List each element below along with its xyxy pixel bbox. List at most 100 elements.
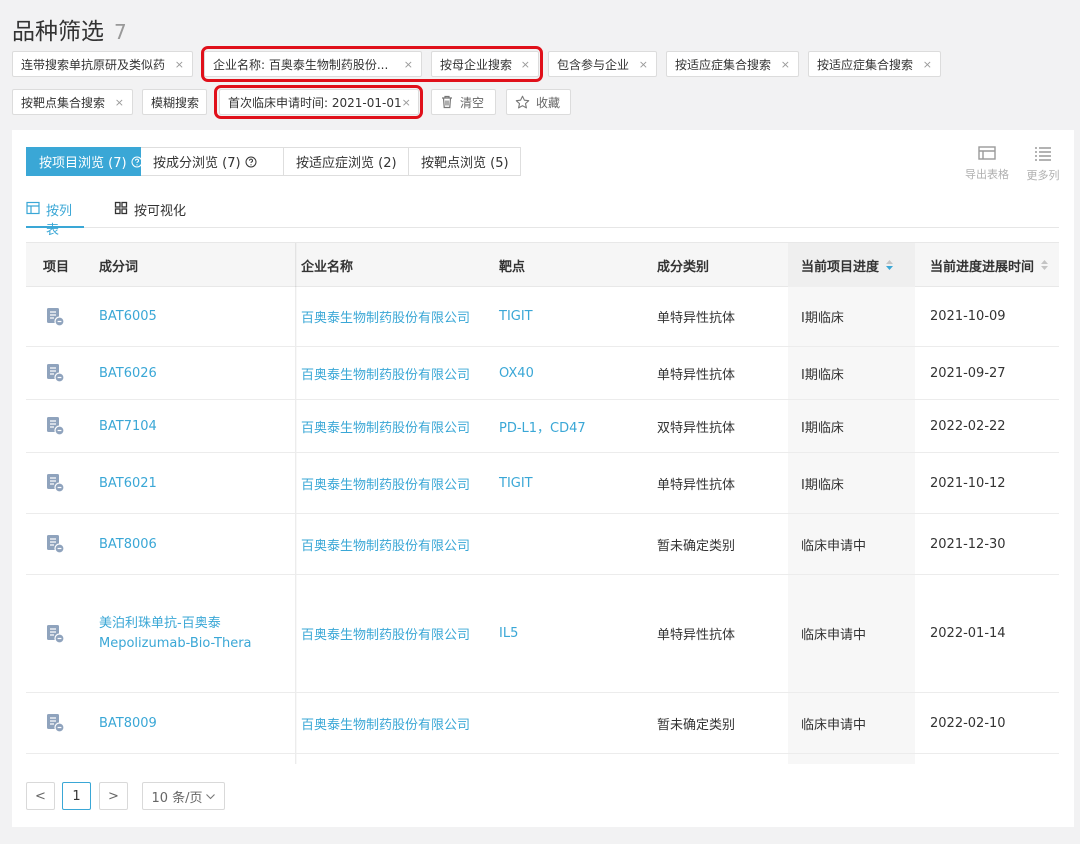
progress-cell: I期临床 <box>801 420 844 436</box>
filter-tag-antibody-biosimilar[interactable]: 连带搜索单抗原研及类似药 × <box>12 51 193 77</box>
tab-by-indication[interactable]: 按适应症浏览 (2) <box>284 147 409 176</box>
filter-tag-fuzzy-search[interactable]: 模糊搜索 <box>142 89 207 115</box>
prev-page-button[interactable]: < <box>26 782 55 810</box>
target-link[interactable]: PD-L1，CD47 <box>499 400 586 452</box>
view-list[interactable]: 按列表 <box>26 200 84 238</box>
sort-icon[interactable] <box>1040 259 1049 271</box>
category-cell: 单特异性抗体 <box>657 367 736 383</box>
next-page-button[interactable]: > <box>99 782 128 810</box>
target-link[interactable]: IL5 <box>499 575 518 692</box>
page-title: 品种筛选 7 <box>12 12 127 46</box>
filter-tag-indication-set-2[interactable]: 按适应症集合搜索 × <box>808 51 941 77</box>
company-link[interactable]: 百奥泰生物制药股份有限公司 <box>301 453 470 513</box>
company-link[interactable]: 百奥泰生物制药股份有限公司 <box>301 514 470 574</box>
filter-tag-participants[interactable]: 包含参与企业 × <box>548 51 657 77</box>
project-doc-icon[interactable] <box>45 347 65 399</box>
company-link[interactable]: 百奥泰生物制药股份有限公司 <box>301 693 470 753</box>
category-cell: 单特异性抗体 <box>657 628 736 643</box>
col-progress-label: 当前项目进度 <box>801 259 880 275</box>
tab-label: 按适应症浏览 (2) <box>296 156 397 171</box>
ingredient-name-cn: 美泊利珠单抗-百奥泰 <box>99 615 221 631</box>
export-table-button[interactable]: 导出表格 <box>962 146 1012 182</box>
highlight-box-date-filter <box>214 85 423 119</box>
ingredient-link[interactable]: BAT8006 <box>99 514 157 574</box>
progress-cell: I期临床 <box>801 367 844 383</box>
table-row[interactable]: BAT6021 百奥泰生物制药股份有限公司 TIGIT 单特异性抗体 I期临床 … <box>26 453 1059 514</box>
project-doc-icon[interactable] <box>45 575 65 692</box>
company-link[interactable]: 百奥泰生物制药股份有限公司 <box>301 400 470 452</box>
table-row[interactable]: BAT8006 百奥泰生物制药股份有限公司 暂未确定类别 临床申请中 2021-… <box>26 514 1059 575</box>
result-count: 7 <box>114 20 127 44</box>
target-link[interactable]: TIGIT <box>499 453 533 513</box>
page-size-select[interactable]: 10 条/页 <box>142 782 225 810</box>
ingredient-link[interactable]: BAT6005 <box>99 287 157 346</box>
category-cell: 双特异性抗体 <box>657 420 736 436</box>
time-cell: 2022-02-10 <box>930 715 1006 731</box>
col-target: 靶点 <box>499 259 526 275</box>
ingredient-link[interactable]: 美泊利珠单抗-百奥泰 Mepolizumab-Bio-Thera <box>99 575 252 692</box>
close-icon[interactable]: × <box>175 58 184 71</box>
company-link[interactable]: 百奥泰生物制药股份有限公司 <box>301 575 470 692</box>
progress-cell: 临床申请中 <box>801 717 867 733</box>
time-cell: 2021-10-09 <box>930 309 1006 324</box>
project-doc-icon[interactable] <box>45 693 65 753</box>
filter-tag-indication-set[interactable]: 按适应症集合搜索 × <box>666 51 799 77</box>
progress-cell: 临床申请中 <box>801 538 867 554</box>
tab-label: 按成分浏览 (7) <box>153 156 241 171</box>
table-row[interactable]: BAT6005 百奥泰生物制药股份有限公司 TIGIT 单特异性抗体 I期临床 … <box>26 287 1059 347</box>
sort-icon[interactable] <box>885 259 894 271</box>
company-link[interactable]: 百奥泰生物制药股份有限公司 <box>301 347 470 399</box>
col-time-label: 当前进度进展时间 <box>930 259 1035 275</box>
filter-tag-label: 模糊搜索 <box>151 95 200 110</box>
ingredient-link[interactable]: BAT6021 <box>99 453 157 513</box>
time-cell: 2021-12-30 <box>930 536 1006 552</box>
time-cell: 2022-01-14 <box>930 626 1006 641</box>
target-link[interactable]: OX40 <box>499 347 534 399</box>
chevron-down-icon <box>205 791 216 802</box>
col-ingredient: 成分词 <box>99 259 139 275</box>
project-doc-icon[interactable] <box>45 287 65 346</box>
browse-tabs: 按项目浏览 (7) 按成分浏览 (7) 按适应症浏览 (2) 按靶点浏览 (5) <box>26 147 521 176</box>
favorite-button[interactable]: 收藏 <box>506 89 571 115</box>
tab-by-project[interactable]: 按项目浏览 (7) <box>26 147 143 176</box>
progress-cell: I期临床 <box>801 311 844 326</box>
target-link[interactable]: TIGIT <box>499 287 533 346</box>
col-project: 项目 <box>43 259 70 275</box>
table-row[interactable]: 美泊利珠单抗-百奥泰 Mepolizumab-Bio-Thera 百奥泰生物制药… <box>26 575 1059 693</box>
star-icon <box>515 95 530 110</box>
tab-by-target[interactable]: 按靶点浏览 (5) <box>409 147 521 176</box>
close-icon[interactable]: × <box>781 58 790 71</box>
progress-cell: I期临床 <box>801 477 844 493</box>
close-icon[interactable]: × <box>639 58 648 71</box>
export-icon <box>978 146 996 163</box>
time-cell: 2022-02-22 <box>930 418 1006 434</box>
more-columns-button[interactable]: 更多列 <box>1018 146 1068 183</box>
table-row[interactable]: BAT6026 百奥泰生物制药股份有限公司 OX40 单特异性抗体 I期临床 2… <box>26 347 1059 400</box>
ingredient-link[interactable]: BAT6026 <box>99 347 157 399</box>
tab-by-ingredient[interactable]: 按成分浏览 (7) <box>141 147 284 176</box>
close-icon[interactable]: × <box>115 96 124 109</box>
col-company: 企业名称 <box>301 259 354 275</box>
project-doc-icon[interactable] <box>45 453 65 513</box>
project-doc-icon[interactable] <box>45 400 65 452</box>
view-visual[interactable]: 按可视化 <box>114 200 194 228</box>
category-cell: 单特异性抗体 <box>657 477 736 493</box>
project-doc-icon[interactable] <box>45 514 65 574</box>
clear-button[interactable]: 清空 <box>431 89 496 115</box>
ingredient-link[interactable]: BAT8009 <box>99 693 157 753</box>
tab-label: 按项目浏览 (7) <box>39 156 127 171</box>
close-icon[interactable]: × <box>923 58 932 71</box>
col-progress[interactable]: 当前项目进度 <box>801 243 894 287</box>
list-icon <box>1034 146 1052 164</box>
ingredient-link[interactable]: BAT7104 <box>99 400 157 452</box>
more-columns-label: 更多列 <box>1026 169 1060 182</box>
table-row[interactable]: BAT7104 百奥泰生物制药股份有限公司 PD-L1，CD47 双特异性抗体 … <box>26 400 1059 453</box>
page-1-button[interactable]: 1 <box>62 782 91 810</box>
help-icon[interactable] <box>245 156 257 168</box>
view-switch: 按列表 按可视化 <box>26 200 1059 238</box>
company-link[interactable]: 百奥泰生物制药股份有限公司 <box>301 287 470 346</box>
filter-tag-target-set[interactable]: 按靶点集合搜索 × <box>12 89 133 115</box>
view-list-label: 按列表 <box>46 204 73 238</box>
table-row[interactable]: BAT8009 百奥泰生物制药股份有限公司 暂未确定类别 临床申请中 2022-… <box>26 693 1059 754</box>
col-time[interactable]: 当前进度进展时间 <box>930 243 1049 287</box>
